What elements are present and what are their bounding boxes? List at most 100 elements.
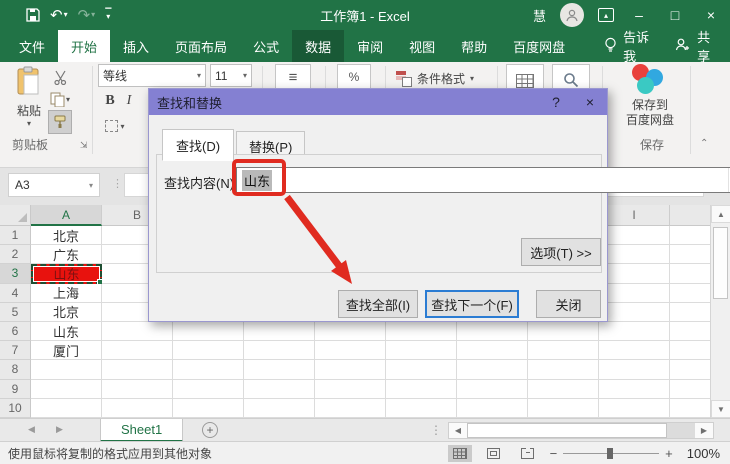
user-avatar[interactable] [560,3,584,27]
ribbon-tab-0[interactable]: 文件 [6,30,58,62]
name-box-dropdown-icon[interactable]: ▾ [89,181,93,190]
ribbon-tab-4[interactable]: 公式 [240,30,292,62]
ribbon-tab-9[interactable]: 百度网盘 [500,30,578,62]
collapse-ribbon-icon[interactable]: ⌃ [700,138,708,149]
cell-D10[interactable] [244,399,315,418]
cell-99[interactable] [670,380,710,399]
select-all-corner[interactable] [0,205,31,226]
row-header-7[interactable]: 7 [0,341,31,360]
ribbon-tab-3[interactable]: 页面布局 [162,30,240,62]
cell-E6[interactable] [315,322,386,341]
cell-I1[interactable] [599,226,670,245]
cell-E7[interactable] [315,341,386,360]
ribbon-tab-8[interactable]: 帮助 [448,30,500,62]
scroll-down-icon[interactable]: ▼ [711,400,730,418]
undo-icon[interactable]: ↶▾ [50,8,68,23]
row-header-9[interactable]: 9 [0,380,31,399]
ribbon-tab-2[interactable]: 插入 [110,30,162,62]
cell-I6[interactable] [599,322,670,341]
row-header-10[interactable]: 10 [0,399,31,418]
cell-G8[interactable] [457,360,528,379]
cell-G6[interactable] [457,322,528,341]
maximize-button[interactable]: □ [664,7,686,23]
cell-H6[interactable] [528,322,599,341]
find-next-button[interactable]: 查找下一个(F) [425,290,519,318]
horizontal-scrollbar[interactable]: ◀ ▶ [448,422,714,439]
save-icon[interactable] [26,8,40,22]
normal-view-button[interactable] [448,445,472,462]
cell-A9[interactable] [31,380,102,399]
cell-A10[interactable] [31,399,102,418]
selected-cell-A3[interactable]: 山东 [31,264,102,283]
italic-button[interactable]: I [122,92,136,110]
cell-G7[interactable] [457,341,528,360]
ribbon-tab-6[interactable]: 审阅 [344,30,396,62]
cell-I8[interactable] [599,360,670,379]
cell-A1[interactable]: 北京 [31,226,102,245]
cell-A2[interactable]: 广东 [31,245,102,264]
cell-C8[interactable] [173,360,244,379]
ribbon-tab-7[interactable]: 视图 [396,30,448,62]
column-header-idx9[interactable] [670,205,710,226]
cell-93[interactable] [670,264,710,283]
sheet-nav-next-icon[interactable]: ▶ [56,424,63,435]
cell-G10[interactable] [457,399,528,418]
ribbon-display-options-icon[interactable]: ▴ [598,8,614,22]
ribbon-tab-5[interactable]: 数据 [292,30,344,62]
cell-H10[interactable] [528,399,599,418]
add-sheet-button[interactable]: + [202,422,218,438]
cell-A4[interactable]: 上海 [31,284,102,303]
cell-I10[interactable] [599,399,670,418]
cell-D7[interactable] [244,341,315,360]
tell-me-button[interactable]: 告诉我 [592,30,663,62]
cell-A7[interactable]: 厦门 [31,341,102,360]
cell-C6[interactable] [173,322,244,341]
font-size-dropdown-icon[interactable]: ▾ [243,71,247,80]
bold-button[interactable]: B [102,92,118,110]
user-name[interactable]: 慧 [533,6,546,25]
sheet-tab-sheet1[interactable]: Sheet1 [100,419,183,442]
page-break-view-button[interactable] [516,445,540,462]
cell-E9[interactable] [315,380,386,399]
cell-95[interactable] [670,303,710,322]
baidu-netdisk-icon[interactable] [630,64,668,96]
cell-94[interactable] [670,284,710,303]
zoom-out-icon[interactable]: − [550,446,558,461]
row-header-4[interactable]: 4 [0,284,31,303]
cell-D6[interactable] [244,322,315,341]
cell-B9[interactable] [102,380,173,399]
find-all-button[interactable]: 查找全部(I) [338,290,418,318]
cell-A8[interactable] [31,360,102,379]
cell-91[interactable] [670,226,710,245]
percent-format-button[interactable]: % [337,64,371,90]
cell-96[interactable] [670,322,710,341]
ribbon-tab-1[interactable]: 开始 [58,30,110,62]
cell-I5[interactable] [599,303,670,322]
cell-B7[interactable] [102,341,173,360]
find-what-combo[interactable]: 山东 ▼ [236,167,730,193]
scrollbar-resize-handle[interactable]: ⋮ [430,423,442,437]
cell-D8[interactable] [244,360,315,379]
cell-B10[interactable] [102,399,173,418]
cell-F8[interactable] [386,360,457,379]
row-header-8[interactable]: 8 [0,360,31,379]
minimize-button[interactable]: – [628,7,650,23]
cell-F7[interactable] [386,341,457,360]
cell-A6[interactable]: 山东 [31,322,102,341]
zoom-slider-thumb[interactable] [607,448,613,459]
borders-button[interactable]: ▾ [100,116,130,136]
customize-qat-icon[interactable]: ▔▾ [105,11,111,19]
save-to-baidu-button[interactable]: 保存到 百度网盘 [612,98,688,128]
row-header-2[interactable]: 2 [0,245,31,264]
paste-dropdown-icon[interactable]: ▾ [27,119,31,128]
vertical-scroll-thumb[interactable] [713,227,728,299]
column-header-A[interactable]: A [31,205,102,226]
vertical-scrollbar[interactable]: ▲ ▼ [710,205,730,418]
dialog-close-button[interactable]: × [573,94,607,110]
cell-I3[interactable] [599,264,670,283]
redo-icon[interactable]: ↷▾ [78,8,96,23]
cell-I2[interactable] [599,245,670,264]
zoom-in-icon[interactable]: + [665,446,673,461]
cell-F10[interactable] [386,399,457,418]
horizontal-scroll-thumb[interactable] [467,423,667,438]
